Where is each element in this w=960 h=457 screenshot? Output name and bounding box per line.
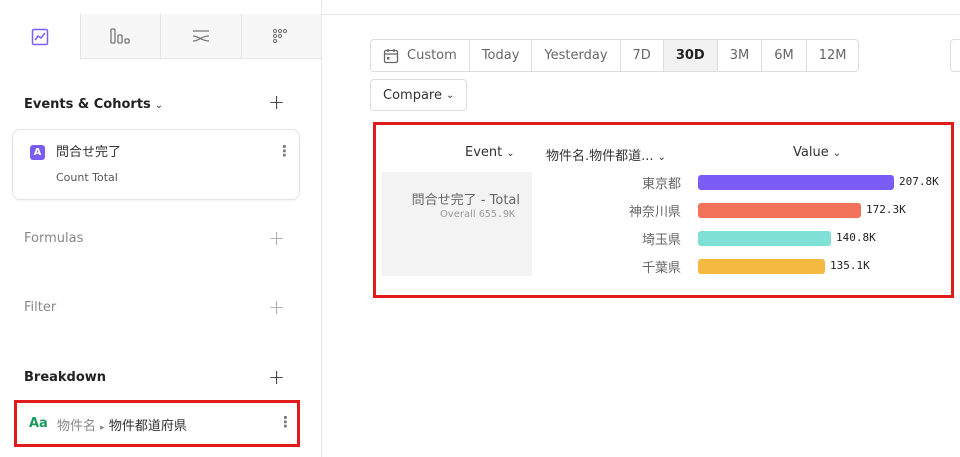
breakdown-parent: 物件名: [57, 419, 97, 434]
breakdown-value-label: 東京都: [641, 177, 681, 192]
event-more-icon[interactable]: ⋮: [277, 144, 292, 159]
retention-icon: [273, 28, 288, 44]
events-cohorts-title: Events & Cohorts: [24, 96, 151, 112]
event-letter-badge: A: [30, 145, 45, 160]
breakdown-property[interactable]: 物件名 ▸ 物件都道府県: [57, 415, 187, 434]
date-range-selector: Custom Today Yesterday 7D 30D 3M 6M 12M: [370, 39, 860, 72]
event-column-header[interactable]: Event ⌄: [465, 145, 515, 160]
tab-funnels[interactable]: [79, 14, 160, 59]
breakdown-value-label: 千葉県: [641, 261, 681, 276]
add-formula-button[interactable]: +: [268, 228, 285, 248]
report-type-tabs: [0, 14, 321, 59]
range-7d[interactable]: 7D: [619, 40, 663, 71]
add-breakdown-button[interactable]: +: [268, 367, 285, 387]
funnels-icon: [110, 28, 130, 44]
chevron-down-icon: ⌄: [657, 152, 666, 163]
toolbar-button-partial[interactable]: [950, 39, 960, 72]
flows-icon: [192, 30, 209, 42]
compare-dropdown[interactable]: Compare ⌄: [370, 79, 468, 111]
overall-label: Overall: [439, 209, 476, 220]
formulas-header: Formulas +: [24, 228, 285, 248]
range-custom[interactable]: Custom: [371, 40, 469, 71]
chevron-down-icon: ⌄: [445, 89, 455, 101]
event-measure[interactable]: Count Total: [56, 171, 118, 184]
value-bar[interactable]: [698, 175, 894, 190]
event-header-label: Event: [465, 145, 503, 160]
add-event-button[interactable]: +: [268, 92, 285, 112]
value-label: 207.8K: [899, 175, 939, 188]
value-label: 135.1K: [830, 259, 870, 272]
chevron-down-icon: ⌄: [832, 148, 842, 159]
breakdown-property-name: 物件都道府県: [108, 419, 187, 434]
value-bar[interactable]: [698, 203, 861, 218]
breakdown-item[interactable]: Aa 物件名 ▸ 物件都道府県 ⋮: [14, 400, 300, 447]
range-custom-label: Custom: [407, 48, 457, 63]
insights-chart-icon: [31, 28, 48, 45]
event-cell: 問合せ完了 - Total Overall 655.9K: [382, 172, 532, 276]
query-sidebar: Events & Cohorts ⌄ + A 問合せ完了 Count Total …: [0, 0, 322, 457]
compare-label: Compare: [383, 87, 442, 103]
tab-flows[interactable]: [160, 14, 241, 59]
breakdown-title: Breakdown: [24, 369, 107, 385]
value-column-header[interactable]: Value ⌄: [793, 145, 841, 160]
value-bar[interactable]: [698, 259, 825, 274]
event-total-label: 問合せ完了 - Total: [411, 193, 520, 208]
breakdown-column-header[interactable]: 物件名.物件都道... ⌄: [546, 145, 666, 164]
value-label: 172.3K: [866, 203, 906, 216]
events-cohorts-header: Events & Cohorts ⌄ +: [24, 92, 285, 112]
caret-right-icon: ▸: [100, 423, 105, 433]
breakdown-value-label: 神奈川県: [628, 205, 681, 220]
filter-title: Filter: [24, 299, 57, 315]
results-table: Event ⌄ 物件名.物件都道... ⌄ Value ⌄ 問合せ完了 - Total…: [373, 122, 954, 298]
range-12m[interactable]: 12M: [805, 40, 859, 71]
range-yesterday[interactable]: Yesterday: [531, 40, 619, 71]
event-card[interactable]: A 問合せ完了 Count Total ⋮: [12, 129, 300, 200]
breakdown-header: Breakdown +: [24, 367, 285, 387]
formulas-title: Formulas: [24, 230, 84, 246]
breakdown-more-icon[interactable]: ⋮: [278, 415, 293, 430]
string-type-icon: Aa: [29, 416, 48, 431]
overall-total: Overall 655.9K: [382, 209, 515, 220]
breakdown-header-label: 物件名.物件都道...: [546, 149, 654, 164]
calendar-icon: [383, 48, 399, 63]
range-today[interactable]: Today: [468, 40, 532, 71]
value-header-label: Value: [793, 145, 829, 160]
value-bar[interactable]: [698, 231, 831, 246]
chevron-down-icon: ⌄: [506, 148, 515, 159]
chevron-down-icon: ⌄: [154, 99, 164, 111]
events-cohorts-dropdown[interactable]: Events & Cohorts ⌄: [24, 93, 163, 112]
breakdown-value-label: 埼玉県: [641, 233, 681, 248]
range-30d[interactable]: 30D: [662, 40, 717, 71]
add-filter-button[interactable]: +: [268, 297, 285, 317]
tab-retention[interactable]: [240, 14, 321, 59]
range-3m[interactable]: 3M: [716, 40, 762, 71]
value-label: 140.8K: [836, 231, 876, 244]
overall-value: 655.9K: [478, 209, 515, 220]
event-name[interactable]: 問合せ完了: [56, 141, 121, 160]
range-6m[interactable]: 6M: [761, 40, 806, 71]
filter-header: Filter +: [24, 297, 285, 317]
tab-insights[interactable]: [0, 14, 80, 59]
